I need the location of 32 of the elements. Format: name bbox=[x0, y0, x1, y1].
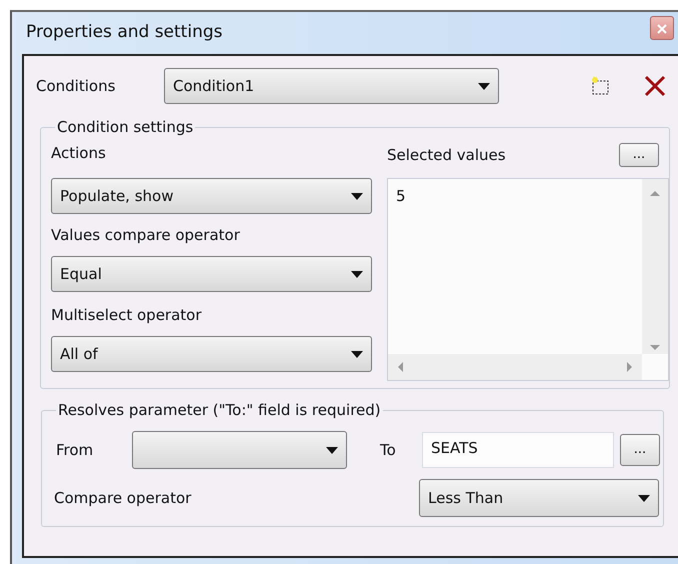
compare-operator-dropdown[interactable]: Less Than bbox=[419, 479, 659, 517]
multiselect-dropdown[interactable]: All of bbox=[51, 336, 372, 372]
browse-button[interactable]: ... bbox=[620, 434, 660, 466]
caret-icon bbox=[478, 82, 490, 90]
values-compare-operator-label: Values compare operator bbox=[51, 225, 241, 246]
caret-icon bbox=[351, 270, 363, 278]
new-item-icon[interactable] bbox=[589, 75, 611, 97]
selected-values-label: Selected values bbox=[387, 144, 506, 166]
values-compare-dropdown[interactable]: Equal bbox=[51, 256, 372, 292]
from-label: From bbox=[56, 440, 94, 461]
horizontal-scrollbar[interactable] bbox=[388, 354, 642, 380]
selected-values-list[interactable]: 5 bbox=[387, 178, 669, 381]
actions-label: Actions bbox=[51, 143, 107, 164]
vertical-scrollbar[interactable] bbox=[642, 179, 668, 354]
caret-icon bbox=[351, 192, 363, 200]
caret-icon bbox=[351, 350, 363, 358]
list-item[interactable]: 5 bbox=[396, 185, 406, 208]
conditions-dropdown[interactable]: Condition1 bbox=[164, 68, 499, 104]
caret-icon bbox=[638, 494, 650, 502]
browse-button[interactable]: ... bbox=[619, 143, 659, 167]
compare-operator-label: Compare operator bbox=[54, 488, 192, 509]
actions-dropdown[interactable]: Populate, show bbox=[51, 178, 372, 214]
caret-icon bbox=[326, 446, 338, 454]
conditions-label: Conditions bbox=[36, 76, 116, 97]
from-dropdown[interactable] bbox=[132, 431, 347, 469]
delete-icon[interactable] bbox=[643, 74, 667, 98]
to-field[interactable]: SEATS bbox=[422, 432, 614, 468]
multiselect-operator-label: Multiselect operator bbox=[51, 305, 203, 326]
to-label: To bbox=[380, 440, 397, 461]
close-icon bbox=[657, 24, 667, 34]
close-button[interactable] bbox=[650, 16, 674, 40]
window-title: Properties and settings bbox=[25, 21, 222, 44]
